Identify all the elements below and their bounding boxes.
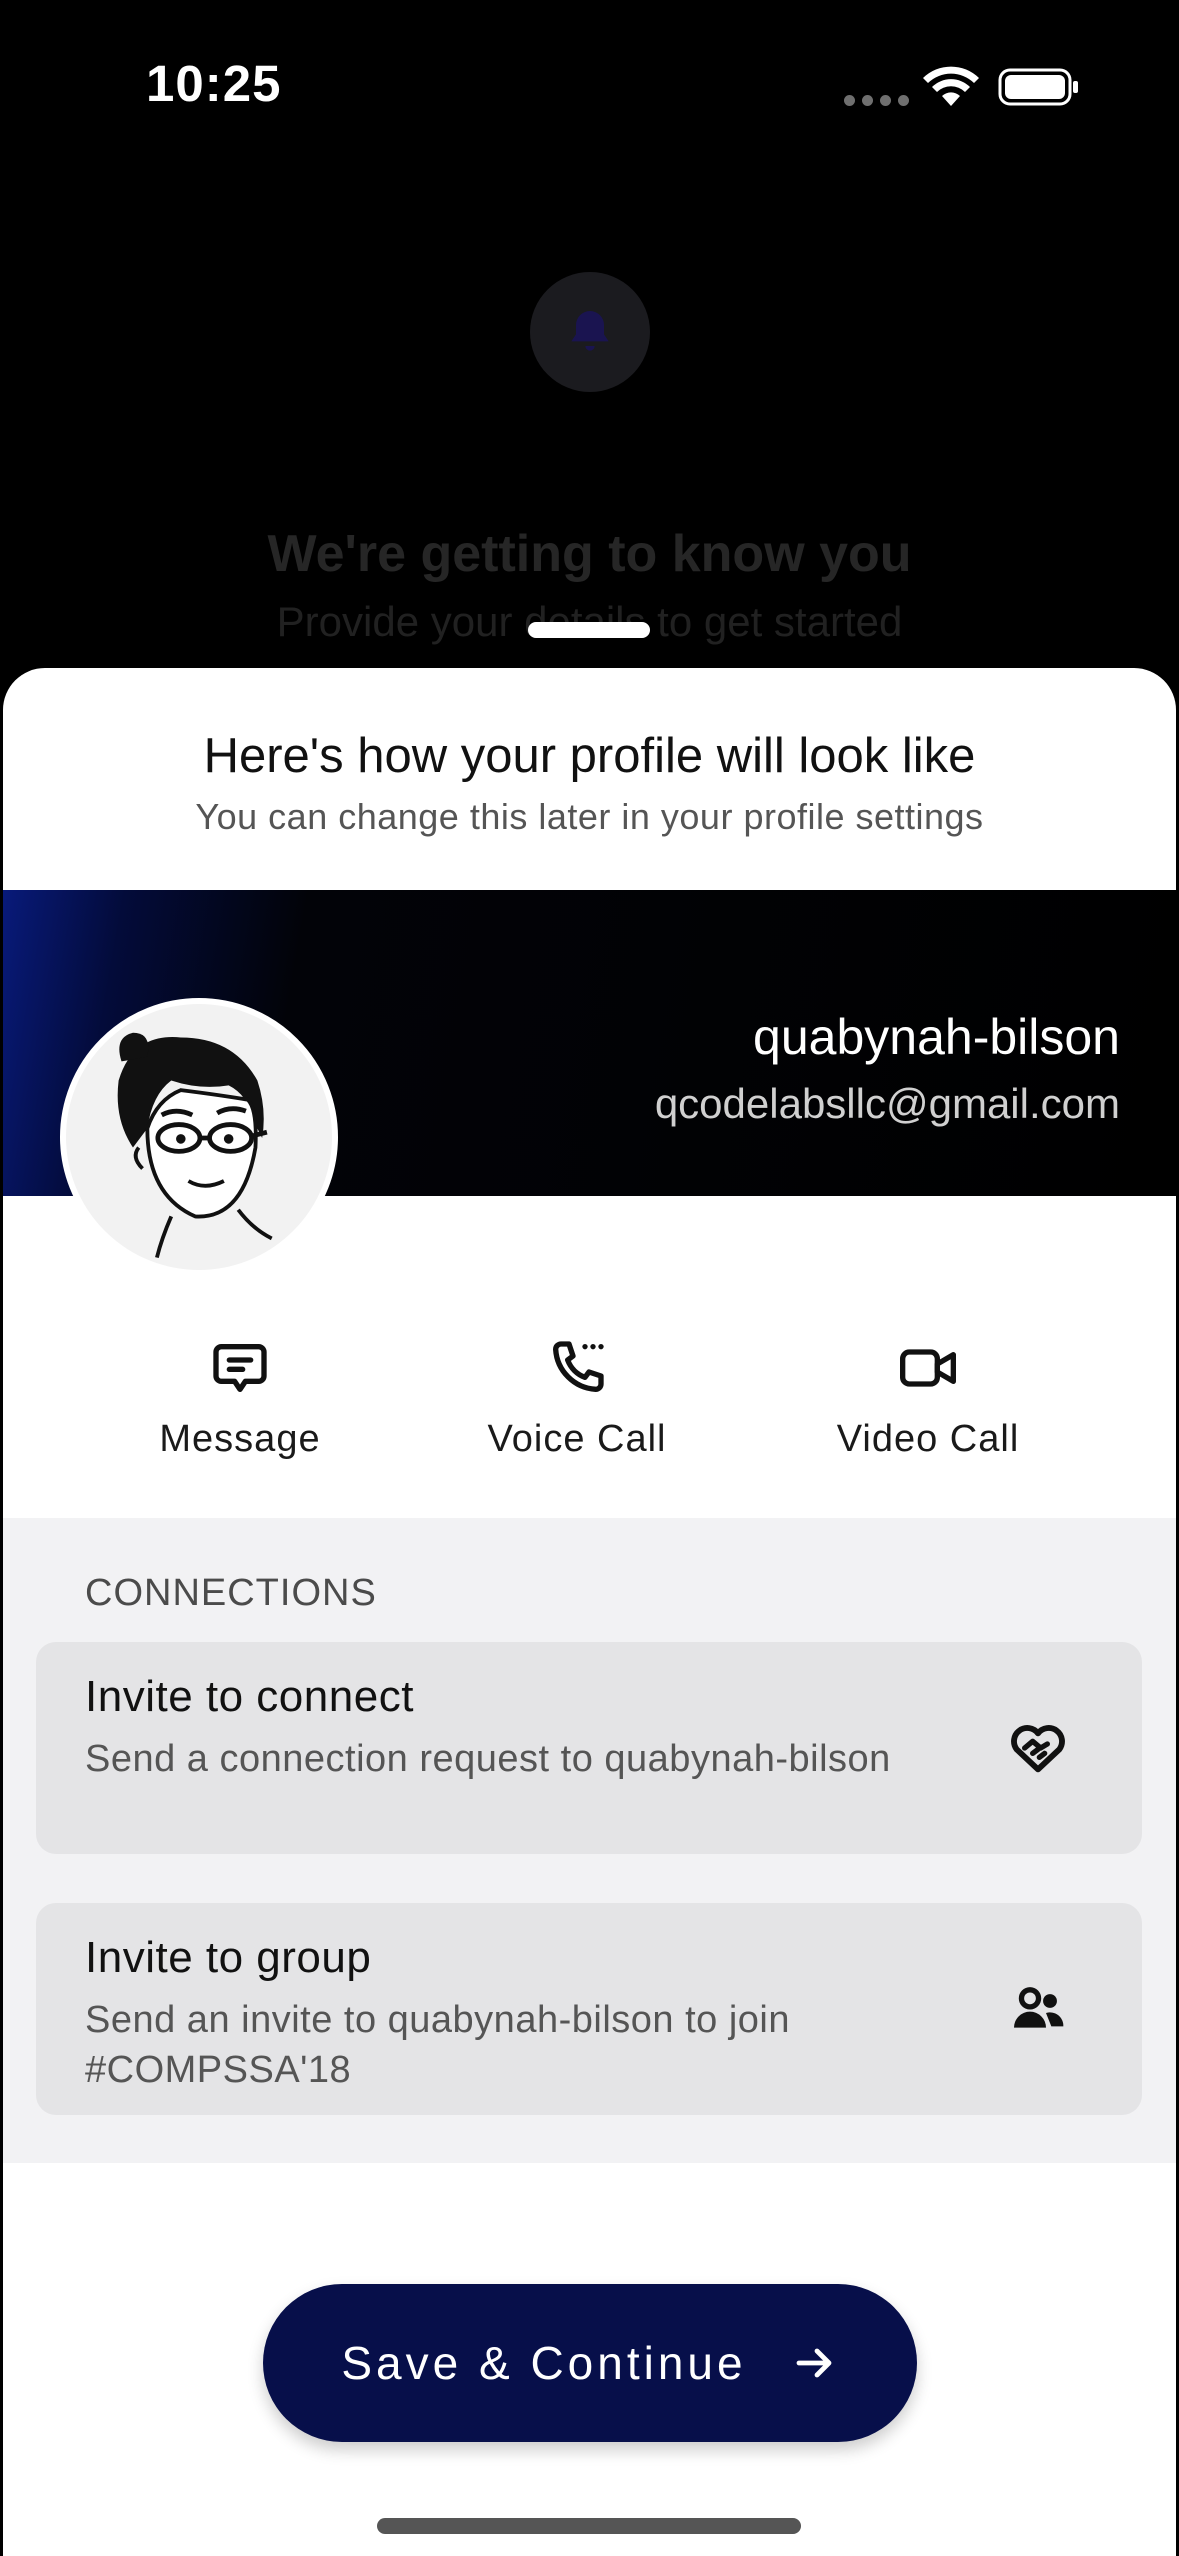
avatar-illustration <box>71 1009 327 1265</box>
video-camera-icon <box>900 1349 956 1387</box>
handshake-heart-icon <box>1011 1725 1065 1773</box>
bell-icon <box>571 311 609 351</box>
screen: 10:25 We're getting to know you Provide … <box>0 0 1179 2556</box>
save-continue-label: Save & Continue <box>341 2337 747 2389</box>
message-button[interactable]: Message <box>90 1336 390 1461</box>
notification-bell-button <box>530 272 650 392</box>
invite-connect-description: Send a connection request to quabynah-bi… <box>85 1738 891 1780</box>
battery-icon <box>998 68 1078 106</box>
background-title: We're getting to know you <box>267 525 912 583</box>
message-label: Message <box>159 1418 321 1460</box>
profile-email: qcodelabsllc@gmail.com <box>654 1080 1120 1127</box>
voice-call-button[interactable]: Voice Call <box>427 1336 727 1461</box>
invite-to-group-card[interactable]: Invite to group Send an invite to quabyn… <box>36 1903 1142 2115</box>
profile-name: quabynah-bilson <box>753 1009 1120 1065</box>
voice-call-label: Voice Call <box>487 1418 667 1460</box>
video-call-button[interactable]: Video Call <box>778 1336 1078 1461</box>
cellular-signal-icon <box>844 95 909 106</box>
arrow-right-icon <box>796 2348 832 2378</box>
save-continue-button[interactable]: Save & Continue <box>263 2284 917 2442</box>
sheet-grabber[interactable] <box>528 622 650 638</box>
status-time: 10:25 <box>146 55 282 112</box>
connections-header: CONNECTIONS <box>85 1572 377 1614</box>
phone-icon <box>553 1341 604 1392</box>
avatar[interactable] <box>60 998 338 1276</box>
message-icon <box>213 1344 267 1392</box>
profile-preview-sheet: Here's how your profile will look like Y… <box>3 668 1176 2556</box>
invite-connect-title: Invite to connect <box>85 1672 414 1721</box>
invite-group-description: Send an invite to quabynah-bilson to joi… <box>85 1999 790 2091</box>
connections-section: CONNECTIONS Invite to connect Send a con… <box>3 1518 1176 2163</box>
invite-group-title: Invite to group <box>85 1933 372 1982</box>
invite-to-connect-card[interactable]: Invite to connect Send a connection requ… <box>36 1642 1142 1854</box>
wifi-icon <box>923 66 979 106</box>
sheet-subtitle: You can change this later in your profil… <box>195 796 984 837</box>
video-call-label: Video Call <box>836 1418 1020 1460</box>
sheet-title: Here's how your profile will look like <box>203 729 976 783</box>
group-icon <box>1014 1987 1064 2028</box>
home-indicator <box>377 2518 801 2534</box>
